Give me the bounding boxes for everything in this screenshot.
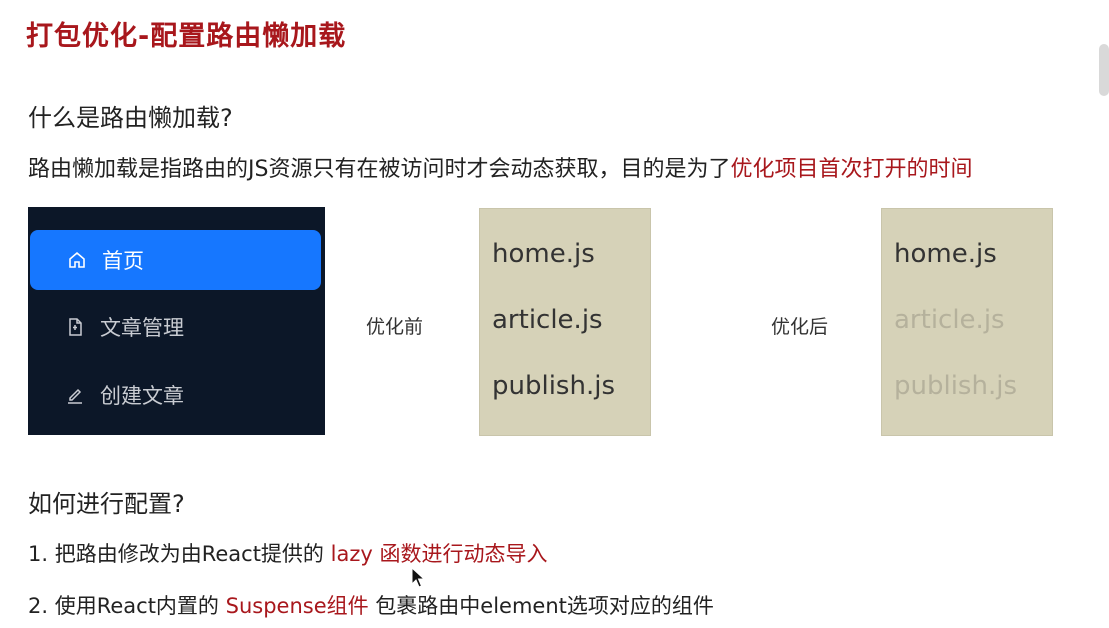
files-before-panel: home.js article.js publish.js [479,208,651,436]
step-highlight: lazy 函数进行动态导入 [330,542,548,566]
file-item-not-loaded: article.js [894,305,1005,335]
menu-item-create-article[interactable]: 创建文章 [28,365,184,425]
menu-item-article-manage[interactable]: 文章管理 [28,297,184,357]
file-item: publish.js [492,371,615,401]
before-label: 优化前 [366,316,424,338]
page-title: 打包优化-配置路由懒加载 [26,21,347,52]
step-text: 1. 把路由修改为由React提供的 [28,542,331,566]
step-text: 2. 使用React内置的 [28,594,226,618]
section1-description: 路由懒加载是指路由的JS资源只有在被访问时才会动态获取，目的是为了优化项目首次打… [28,151,972,183]
section1-question: 什么是路由懒加载? [28,104,233,132]
step-text: 包裹路由中element选项对应的组件 [368,594,714,618]
file-item: home.js [492,239,595,269]
mouse-cursor-icon [411,567,425,588]
description-highlight: 优化项目首次打开的时间 [730,157,973,182]
section2-question: 如何进行配置? [28,490,185,518]
menu-item-label: 首页 [102,249,144,273]
home-icon [66,249,88,271]
document-icon [64,316,86,338]
file-item-loaded: home.js [894,239,997,269]
config-step-1: 1. 把路由修改为由React提供的 lazy 函数进行动态导入 [28,538,547,568]
file-item: article.js [492,305,603,335]
sidebar-menu-preview: 首页 文章管理 创建文章 [28,207,325,435]
menu-item-home[interactable]: 首页 [30,230,321,290]
description-text: 路由懒加载是指路由的JS资源只有在被访问时才会动态获取，目的是为了 [28,157,731,182]
after-label: 优化后 [771,316,829,338]
file-item-not-loaded: publish.js [894,371,1017,401]
step-highlight: Suspense组件 [225,594,369,618]
menu-item-label: 文章管理 [100,316,184,340]
edit-icon [64,384,86,406]
menu-item-label: 创建文章 [100,384,184,408]
config-step-2: 2. 使用React内置的 Suspense组件 包裹路由中element选项对… [28,590,714,620]
files-after-panel: home.js article.js publish.js [881,208,1053,436]
scrollbar[interactable] [1099,44,1109,96]
